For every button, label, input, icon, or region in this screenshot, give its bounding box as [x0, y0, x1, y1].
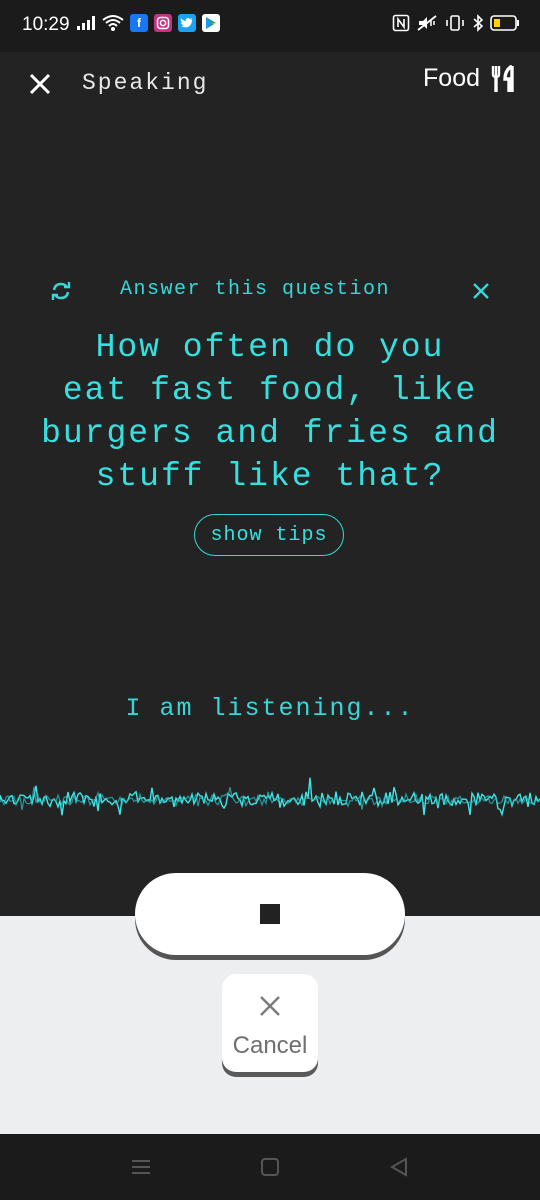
stop-recording-button[interactable]	[135, 873, 405, 955]
question-line: eat fast food, like	[62, 372, 478, 409]
status-bar: 10:29 f	[0, 0, 540, 52]
signal-icon	[77, 16, 95, 30]
nfc-icon	[392, 14, 410, 32]
mute-vibrate-icon	[417, 15, 437, 31]
question-line: burgers and fries and	[41, 415, 499, 452]
home-button[interactable]	[257, 1154, 283, 1180]
menu-icon	[132, 1160, 150, 1174]
topic-label: Food	[423, 64, 480, 92]
status-right-icons	[392, 14, 520, 32]
bluetooth-icon	[473, 14, 484, 32]
listening-status: I am listening...	[125, 694, 415, 723]
close-icon	[29, 73, 51, 95]
stop-icon	[260, 904, 280, 924]
audio-waveform	[0, 777, 540, 817]
show-tips-button[interactable]: show tips	[194, 514, 344, 556]
status-time: 10:29	[22, 14, 70, 35]
cancel-button[interactable]: Cancel	[222, 974, 318, 1072]
vibrate-icon	[446, 15, 464, 31]
instagram-icon	[154, 14, 172, 32]
answer-prompt-label: Answer this question	[120, 278, 391, 301]
close-icon	[473, 283, 489, 299]
mode-label: Speaking	[82, 70, 209, 96]
refresh-icon	[51, 282, 71, 300]
twitter-icon	[178, 14, 196, 32]
status-left-icons: f	[76, 14, 220, 32]
topic-indicator: Food	[423, 64, 516, 93]
question-header: Answer this question	[0, 270, 540, 310]
fork-knife-icon	[491, 64, 514, 92]
battery-icon	[490, 15, 519, 31]
system-nav-bar	[0, 1134, 540, 1200]
facebook-icon: f	[130, 14, 148, 32]
refresh-question-button[interactable]	[46, 276, 76, 306]
back-icon	[389, 1157, 407, 1177]
question-text: How often do you eat fast food, like bur…	[0, 326, 540, 498]
waveform-line	[0, 786, 540, 811]
top-app-bar: Speaking Food	[0, 52, 540, 116]
question-line: stuff like that?	[95, 458, 445, 495]
home-icon	[261, 1158, 279, 1176]
back-button[interactable]	[386, 1154, 412, 1180]
play-store-icon	[202, 14, 220, 32]
question-line: How often do you	[95, 329, 445, 366]
close-button[interactable]	[24, 68, 56, 100]
close-icon	[260, 996, 280, 1016]
dismiss-question-button[interactable]	[466, 276, 496, 306]
recent-apps-button[interactable]	[128, 1154, 154, 1180]
cancel-label: Cancel	[232, 1032, 308, 1059]
wifi-icon	[102, 15, 124, 31]
